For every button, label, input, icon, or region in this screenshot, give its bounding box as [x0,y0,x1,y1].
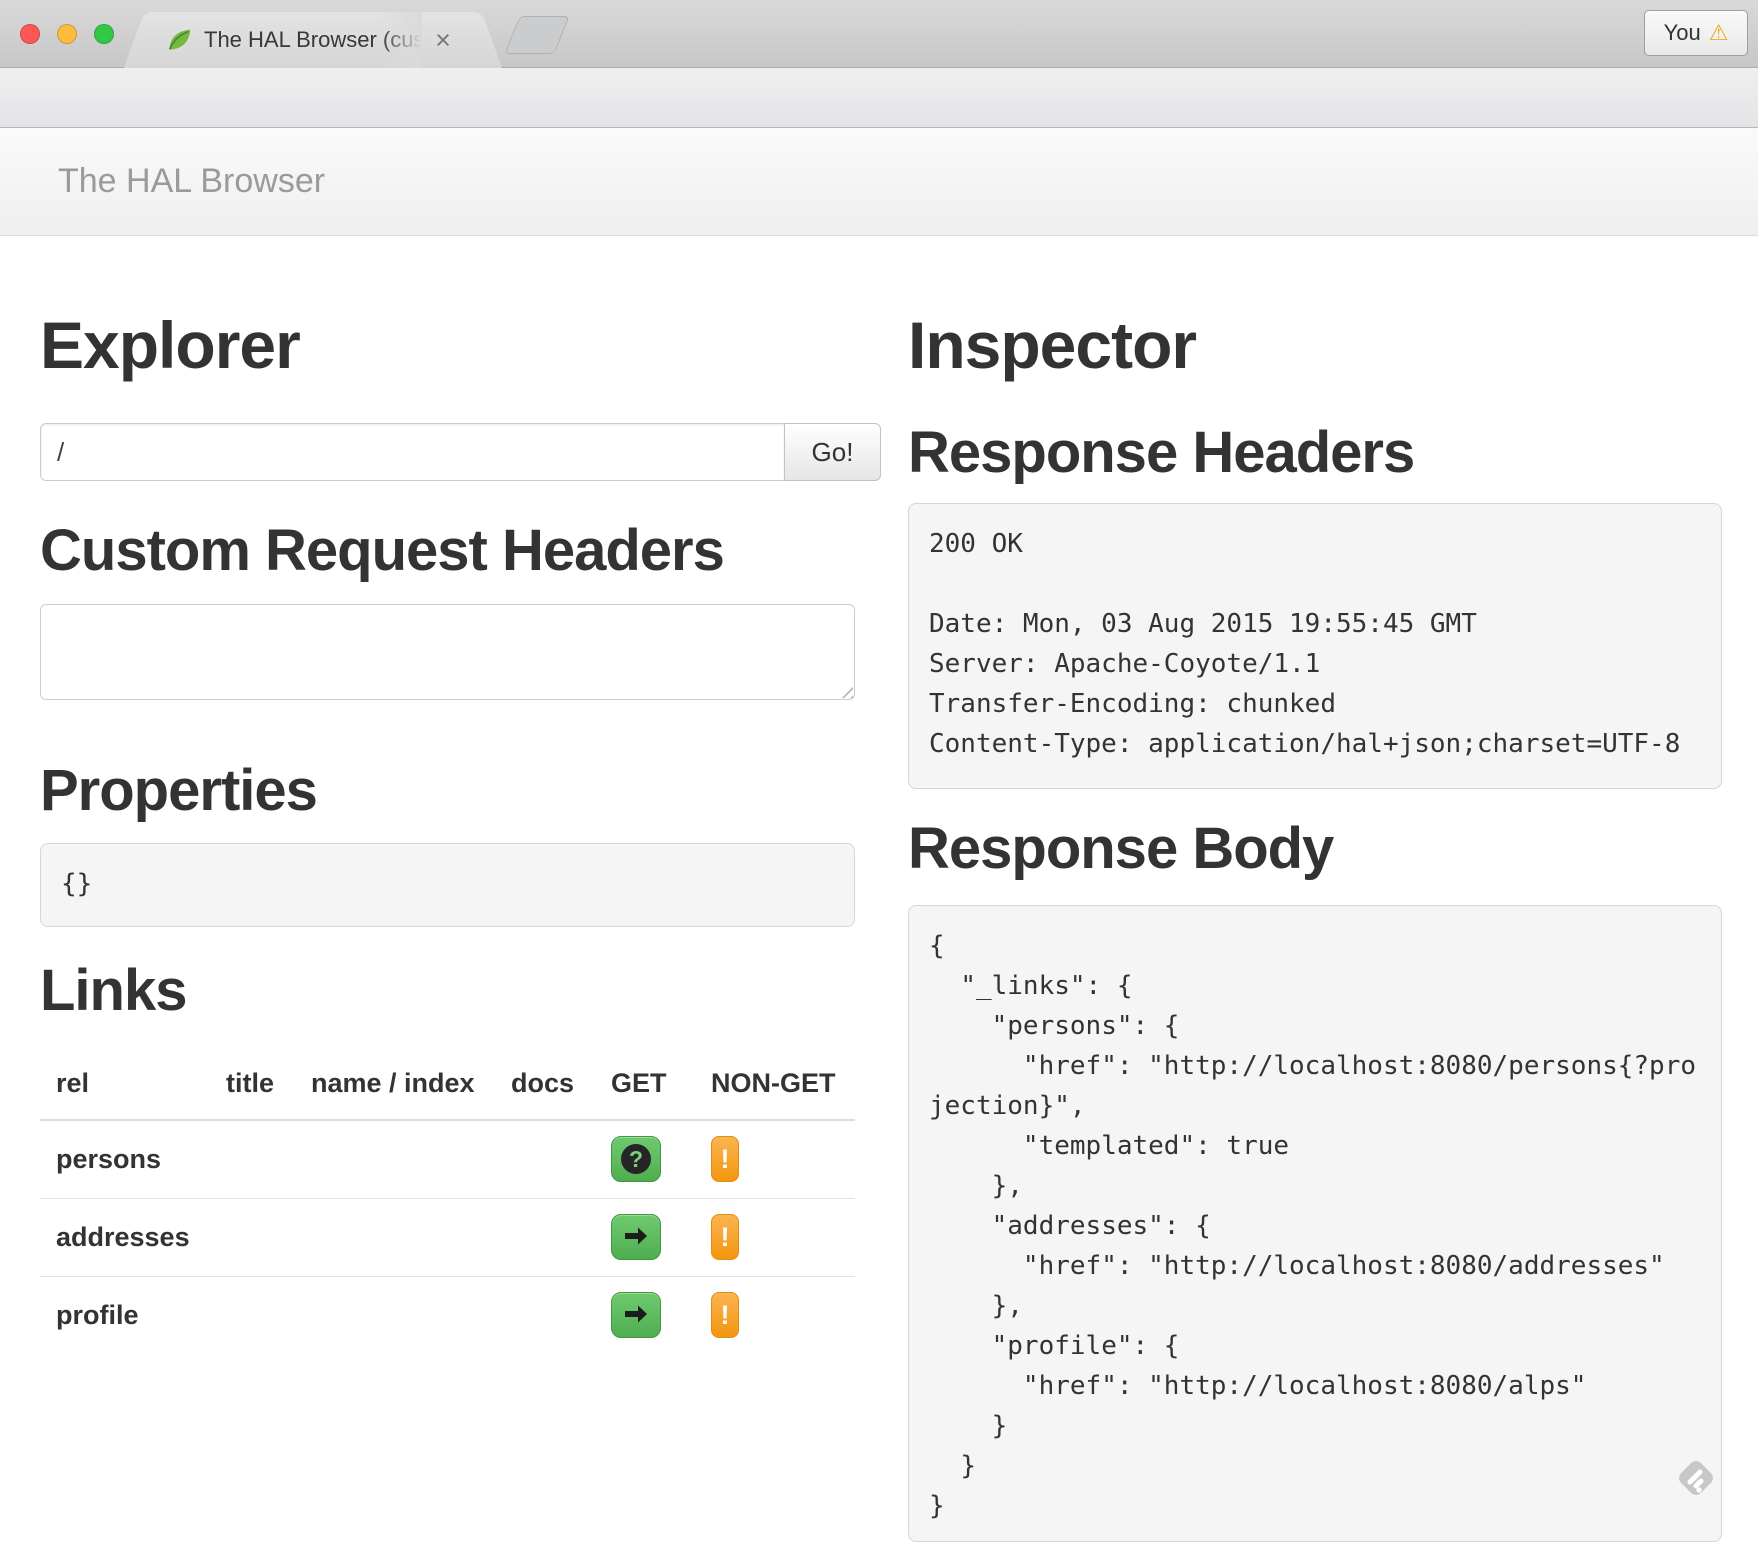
custom-request-headers-title: Custom Request Headers [40,522,724,580]
browser-toolbar: localhost:8080/browser/index.html#/ * A … [0,68,1758,128]
go-button[interactable]: Go! [784,423,881,481]
table-row: profile ! [40,1276,855,1354]
response-headers-box: 200 OK Date: Mon, 03 Aug 2015 19:55:45 G… [908,503,1722,789]
column-get: GET [595,1040,695,1120]
non-get-button[interactable]: ! [711,1136,739,1182]
close-window-button[interactable] [20,24,40,44]
site-navbar: The HAL Browser [0,128,1758,236]
exclamation-icon: ! [721,1300,730,1331]
table-row: persons ? ! [40,1120,855,1198]
custom-request-headers-textarea[interactable] [40,604,855,700]
exclamation-icon: ! [721,1144,730,1175]
question-icon: ? [621,1144,651,1174]
links-header-row: rel title name / index docs GET NON-GET [40,1040,855,1120]
links-title: Links [40,962,187,1020]
response-headers-title: Response Headers [908,424,1414,482]
response-body-box: { "_links": { "persons": { "href": "http… [908,905,1722,1542]
column-non-get: NON-GET [695,1040,855,1120]
link-rel: profile [40,1276,210,1354]
explorer-title: Explorer [40,312,300,378]
tab-strip: The HAL Browser (customiz × You ⚠ [0,0,1758,68]
non-get-button[interactable]: ! [711,1292,739,1338]
arrow-right-icon [623,1226,649,1249]
column-title: title [210,1040,295,1120]
link-rel: addresses [40,1198,210,1276]
get-button[interactable]: ? [611,1136,661,1182]
browser-window: The HAL Browser (customiz × You ⚠ [0,0,1758,1542]
profile-you-button[interactable]: You ⚠ [1644,10,1748,56]
get-button[interactable] [611,1214,661,1260]
warning-icon: ⚠ [1709,20,1729,45]
link-rel: persons [40,1120,210,1198]
tab-title: The HAL Browser (customiz [204,12,422,68]
browser-tab[interactable]: The HAL Browser (customiz × [148,12,478,68]
column-docs: docs [495,1040,595,1120]
spring-leaf-favicon [164,25,194,55]
get-button[interactable] [611,1292,661,1338]
column-rel: rel [40,1040,210,1120]
table-row: addresses ! [40,1198,855,1276]
zoom-window-button[interactable] [94,24,114,44]
brand-link[interactable]: The HAL Browser [58,128,325,234]
profile-label: You [1664,20,1701,45]
explorer-path-input[interactable] [40,423,785,481]
inspector-title: Inspector [908,312,1196,378]
column-name-index: name / index [295,1040,495,1120]
links-table: rel title name / index docs GET NON-GET … [40,1040,855,1354]
minimize-window-button[interactable] [57,24,77,44]
properties-title: Properties [40,762,317,820]
non-get-button[interactable]: ! [711,1214,739,1260]
new-tab-button[interactable] [504,16,569,54]
tab-close-icon[interactable]: × [428,25,458,55]
properties-box: {} [40,843,855,927]
response-body-title: Response Body [908,820,1333,878]
arrow-right-icon [623,1304,649,1327]
feedly-mini-icon[interactable] [1670,1452,1722,1504]
exclamation-icon: ! [721,1222,730,1253]
